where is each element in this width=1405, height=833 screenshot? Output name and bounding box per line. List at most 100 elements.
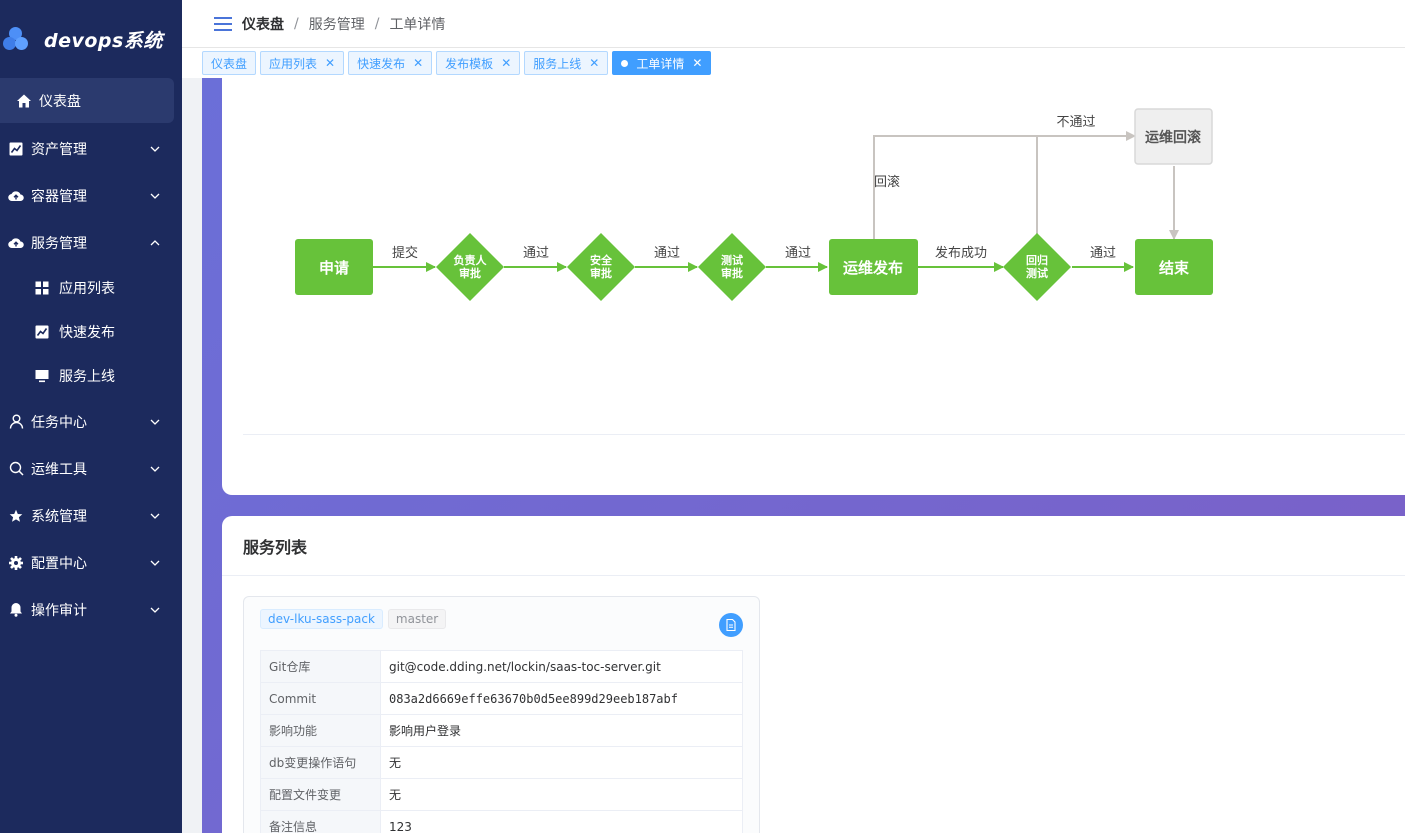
close-icon[interactable]: ✕ bbox=[413, 56, 423, 70]
table-row: 备注信息 123 bbox=[260, 810, 743, 833]
node-test-approve[interactable]: 测试 审批 bbox=[698, 233, 766, 301]
row-value: 无 bbox=[380, 746, 743, 779]
node-label: 结束 bbox=[1159, 259, 1190, 277]
active-dot-icon bbox=[621, 59, 629, 67]
sidebar-item-label: 仪表盘 bbox=[39, 93, 81, 110]
row-key: 配置文件变更 bbox=[260, 778, 381, 811]
sidebar-item-containers[interactable]: 容器管理 bbox=[0, 172, 182, 219]
table-row: 影响功能 影响用户登录 bbox=[260, 714, 743, 747]
cloud-upload-icon bbox=[8, 188, 24, 204]
tab-ticket-detail[interactable]: 工单详情 ✕ bbox=[612, 51, 712, 75]
row-value: 083a2d6669effe63670b0d5ee899d29eeb187abf bbox=[380, 682, 743, 715]
edge-label-rollback: 回滚 bbox=[874, 174, 900, 189]
monitor-icon bbox=[35, 369, 49, 383]
node-label: 测试 bbox=[1026, 266, 1048, 280]
sidebar-item-services[interactable]: 服务管理 bbox=[0, 219, 182, 266]
sidebar-item-label: 任务中心 bbox=[31, 414, 87, 431]
sidebar-subitem-label: 快速发布 bbox=[59, 325, 115, 341]
close-icon[interactable]: ✕ bbox=[325, 56, 335, 70]
breadcrumb-separator: / bbox=[374, 15, 380, 32]
row-key: 影响功能 bbox=[260, 714, 381, 747]
sidebar-item-system[interactable]: 系统管理 bbox=[0, 492, 182, 539]
edge-label-pass: 通过 bbox=[1090, 245, 1116, 260]
edge-label-pass: 通过 bbox=[785, 245, 811, 260]
rollback-path bbox=[873, 131, 1179, 240]
edge-label-deploy-success: 发布成功 bbox=[935, 245, 987, 260]
node-label: 测试 bbox=[721, 253, 743, 267]
node-label: 审批 bbox=[590, 266, 612, 280]
edge-label-submit: 提交 bbox=[392, 245, 418, 260]
tab-app-list[interactable]: 应用列表 ✕ bbox=[260, 51, 345, 75]
tab-label: 工单详情 bbox=[636, 56, 685, 71]
close-icon[interactable]: ✕ bbox=[501, 56, 511, 70]
tab-service-online[interactable]: 服务上线 ✕ bbox=[524, 51, 609, 75]
workflow-diagram: 提交 通过 通过 通过 发布成功 通过 回滚 不通过 申请 负责人 审批 安全 … bbox=[295, 108, 1213, 301]
branch-tag: master bbox=[387, 609, 447, 629]
document-button[interactable] bbox=[719, 613, 743, 637]
sidebar-item-dashboard[interactable]: 仪表盘 bbox=[0, 78, 174, 123]
tab-dashboard[interactable]: 仪表盘 bbox=[202, 51, 257, 75]
chevron-down-icon bbox=[150, 607, 160, 613]
node-label: 运维发布 bbox=[843, 259, 903, 277]
edge-label-pass: 通过 bbox=[523, 245, 549, 260]
node-ops-deploy[interactable]: 运维发布 bbox=[829, 239, 918, 295]
sidebar-item-ops-tools[interactable]: 运维工具 bbox=[0, 445, 182, 492]
node-ops-rollback[interactable]: 运维回滚 bbox=[1134, 108, 1213, 165]
tab-release-template[interactable]: 发布模板 ✕ bbox=[436, 51, 521, 75]
service-list-card: 服务列表 dev-lku-sass-pack master Git仓库 git@… bbox=[222, 516, 1405, 833]
breadcrumb-separator: / bbox=[294, 15, 299, 32]
sidebar-subitem-quick-release[interactable]: 快速发布 bbox=[0, 310, 182, 354]
row-value: 影响用户登录 bbox=[380, 714, 743, 747]
sidebar-item-audit[interactable]: 操作审计 bbox=[0, 586, 182, 633]
sidebar-item-task-center[interactable]: 任务中心 bbox=[0, 398, 182, 445]
node-label: 申请 bbox=[319, 259, 349, 277]
tab-label: 服务上线 bbox=[533, 56, 582, 71]
chevron-down-icon bbox=[150, 513, 160, 519]
row-key: 备注信息 bbox=[260, 810, 381, 833]
tab-quick-release[interactable]: 快速发布 ✕ bbox=[348, 51, 433, 75]
document-icon bbox=[726, 619, 736, 631]
node-label: 审批 bbox=[721, 266, 743, 280]
sidebar-item-label: 资产管理 bbox=[31, 141, 87, 158]
close-icon[interactable]: ✕ bbox=[692, 56, 702, 70]
sidebar-item-config-center[interactable]: 配置中心 bbox=[0, 539, 182, 586]
breadcrumb-item[interactable]: 仪表盘 bbox=[242, 14, 284, 34]
breadcrumb-item: 工单详情 bbox=[389, 16, 446, 33]
sidebar-item-assets[interactable]: 资产管理 bbox=[0, 125, 182, 172]
node-label: 运维回滚 bbox=[1145, 129, 1202, 145]
tags-view: 仪表盘 应用列表 ✕ 快速发布 ✕ 发布模板 ✕ 服务上线 ✕ 工单详情 ✕ bbox=[182, 48, 1405, 78]
row-value: 123 bbox=[380, 810, 743, 833]
node-label: 负责人 bbox=[454, 253, 488, 267]
node-owner-approve[interactable]: 负责人 审批 bbox=[436, 233, 504, 301]
app-logo[interactable]: devops系统 bbox=[0, 0, 182, 78]
service-detail-table: Git仓库 git@code.dding.net/lockin/saas-toc… bbox=[260, 650, 743, 833]
node-apply[interactable]: 申请 bbox=[295, 239, 373, 295]
gear-icon bbox=[8, 555, 24, 571]
sidebar-subitem-app-list[interactable]: 应用列表 bbox=[0, 266, 182, 310]
sidebar-item-label: 配置中心 bbox=[31, 555, 87, 572]
sidebar-item-label: 运维工具 bbox=[31, 461, 87, 478]
sidebar-item-label: 操作审计 bbox=[31, 602, 87, 619]
row-key: db变更操作语句 bbox=[260, 746, 381, 779]
home-icon bbox=[16, 93, 32, 109]
section-title: 服务列表 bbox=[222, 516, 1405, 576]
grid-icon bbox=[35, 281, 49, 295]
node-label: 回归 bbox=[1026, 253, 1048, 267]
sidebar-subitem-service-online[interactable]: 服务上线 bbox=[0, 354, 182, 398]
node-end[interactable]: 结束 bbox=[1135, 239, 1213, 295]
top-header: 仪表盘 / 服务管理 / 工单详情 bbox=[182, 0, 1405, 48]
app-title: devops系统 bbox=[44, 29, 163, 52]
workflow-card: 提交 通过 通过 通过 发布成功 通过 回滚 不通过 申请 负责人 审批 安全 … bbox=[222, 78, 1405, 495]
node-security-approve[interactable]: 安全 审批 bbox=[567, 233, 635, 301]
row-value: git@code.dding.net/lockin/saas-toc-serve… bbox=[380, 650, 743, 683]
sidebar-item-label: 容器管理 bbox=[31, 188, 87, 205]
node-regression-test[interactable]: 回归 测试 bbox=[1003, 233, 1071, 301]
tab-label: 发布模板 bbox=[445, 56, 494, 71]
edge-label-pass: 通过 bbox=[654, 245, 680, 260]
row-key: Commit bbox=[260, 682, 381, 715]
table-row: Git仓库 git@code.dding.net/lockin/saas-toc… bbox=[260, 650, 743, 683]
menu-toggle-icon[interactable] bbox=[214, 16, 232, 31]
close-icon[interactable]: ✕ bbox=[589, 56, 599, 70]
tab-label: 仪表盘 bbox=[211, 56, 248, 71]
chevron-down-icon bbox=[150, 560, 160, 566]
